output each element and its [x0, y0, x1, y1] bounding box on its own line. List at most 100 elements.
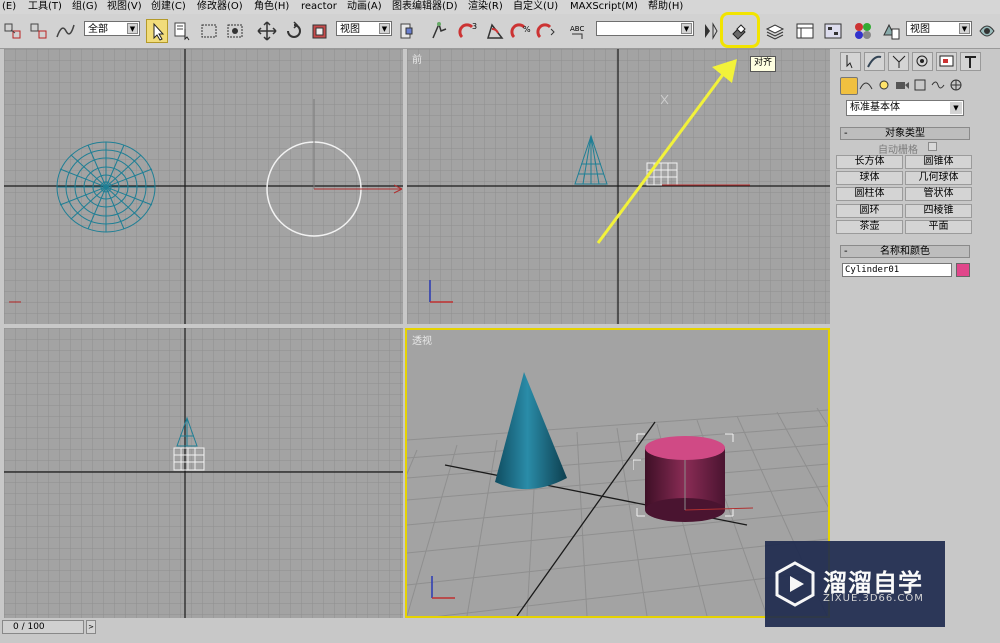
shapes-icon[interactable]: [858, 77, 874, 93]
ref-coord-select[interactable]: 视图 ▼: [336, 21, 392, 36]
next-frame-icon[interactable]: >: [86, 620, 96, 634]
scale-icon[interactable]: [309, 19, 331, 43]
modify-tab-icon[interactable]: [864, 52, 885, 71]
tube-button[interactable]: 管状体: [905, 187, 972, 201]
chevron-down-icon: ▼: [950, 102, 962, 114]
render-scene-icon[interactable]: [880, 19, 902, 43]
object-name-input[interactable]: Cylinder01: [842, 263, 952, 277]
select-by-name-icon[interactable]: [172, 19, 194, 43]
lights-icon[interactable]: [876, 77, 892, 93]
object-color-swatch[interactable]: [956, 263, 970, 277]
display-tab-icon[interactable]: [936, 52, 957, 71]
plane-button[interactable]: 平面: [905, 220, 972, 234]
utilities-tab-icon[interactable]: [960, 52, 981, 71]
watermark-logo-icon: [775, 561, 815, 607]
menu-character[interactable]: 角色(H): [254, 0, 289, 14]
unlink-icon[interactable]: [28, 19, 50, 43]
select-link-icon[interactable]: [2, 19, 24, 43]
quick-render-icon[interactable]: [976, 19, 998, 43]
menu-create[interactable]: 创建(C): [151, 0, 186, 14]
systems-icon[interactable]: [948, 77, 964, 93]
viewport-left[interactable]: [4, 328, 403, 618]
spacewarps-icon[interactable]: [930, 77, 946, 93]
schematic-view-icon[interactable]: [822, 19, 844, 43]
menu-modifiers[interactable]: 修改器(O): [197, 0, 243, 14]
name-color-rollout-header[interactable]: - 名称和颜色: [840, 245, 970, 258]
menu-help[interactable]: 帮助(H): [648, 0, 683, 14]
cylinder-button[interactable]: 圆柱体: [836, 187, 903, 201]
spinner-snap-icon[interactable]: [536, 19, 558, 43]
object-type-rollout-header[interactable]: - 对象类型: [840, 127, 970, 140]
manipulate-icon[interactable]: [428, 19, 450, 43]
align-highlight: [720, 12, 760, 48]
selection-filter-value: 全部: [88, 24, 108, 35]
ref-coord-value: 视图: [340, 24, 360, 35]
axis-gizmo-perspective: [431, 576, 455, 599]
menu-maxscript[interactable]: MAXScript(M): [570, 0, 638, 14]
mirror-icon[interactable]: [700, 19, 722, 43]
viewport-front[interactable]: 前: [407, 49, 830, 324]
category-dropdown-value: 标准基本体: [850, 102, 900, 113]
cone-perspective: [495, 372, 567, 490]
percent-snap-icon[interactable]: %: [510, 19, 532, 43]
torus-button[interactable]: 圆环: [836, 204, 903, 218]
cylinder-perspective: [633, 433, 754, 522]
viewport-top[interactable]: [4, 49, 403, 324]
svg-text:3: 3: [472, 22, 477, 31]
pointer-arrow: [596, 59, 737, 244]
cameras-icon[interactable]: [894, 77, 910, 93]
geometry-icon[interactable]: [840, 77, 858, 95]
helpers-icon[interactable]: [912, 77, 928, 93]
select-object-button[interactable]: [146, 19, 168, 43]
svg-text:%: %: [523, 25, 531, 34]
geosphere-button[interactable]: 几何球体: [905, 171, 972, 185]
autogrid-row: 自动栅格: [878, 141, 937, 156]
cone-button[interactable]: 圆锥体: [905, 155, 972, 169]
material-editor-icon[interactable]: [852, 19, 874, 43]
edit-named-selection-icon[interactable]: ABC: [568, 19, 590, 43]
bind-spacewarp-icon[interactable]: [54, 19, 76, 43]
sphere-button[interactable]: 球体: [836, 171, 903, 185]
pyramid-button[interactable]: 四棱锥: [905, 204, 972, 218]
selection-filter-select[interactable]: 全部 ▼: [84, 21, 140, 36]
teapot-button[interactable]: 茶壶: [836, 220, 903, 234]
snap-toggle-icon[interactable]: 3: [458, 19, 480, 43]
window-crossing-icon[interactable]: [224, 19, 246, 43]
create-tab-icon[interactable]: [840, 52, 861, 71]
sphere-wireframe: [56, 141, 156, 233]
pivot-center-icon[interactable]: [396, 19, 418, 43]
angle-snap-icon[interactable]: [484, 19, 506, 43]
cylinder-top-outline: [266, 99, 403, 237]
svg-text:ABC: ABC: [570, 25, 584, 33]
chevron-down-icon: ▼: [681, 23, 692, 34]
menu-edit[interactable]: (E): [2, 0, 16, 14]
move-icon[interactable]: [256, 19, 278, 43]
menu-customize[interactable]: 自定义(U): [513, 0, 558, 14]
menu-bar: (E) 工具(T) 组(G) 视图(V) 创建(C) 修改器(O) 角色(H) …: [0, 0, 1000, 14]
menu-animation[interactable]: 动画(A): [347, 0, 382, 14]
named-selection-select[interactable]: ▼: [596, 21, 694, 36]
menu-reactor[interactable]: reactor: [301, 0, 337, 14]
rect-region-icon[interactable]: [198, 19, 220, 43]
menu-tools[interactable]: 工具(T): [28, 0, 62, 14]
box-button[interactable]: 长方体: [836, 155, 903, 169]
watermark: 溜溜自学 ZIXUE.3D66.COM: [765, 541, 945, 627]
menu-rendering[interactable]: 渲染(R): [468, 0, 503, 14]
track-view-icon[interactable]: [794, 19, 816, 43]
left-view-objects: [173, 416, 205, 471]
autogrid-checkbox[interactable]: [928, 142, 937, 151]
time-slider[interactable]: 0 / 100: [2, 620, 84, 634]
render-view-select[interactable]: 视图 ▼: [906, 21, 972, 36]
name-color-title: 名称和颜色: [880, 246, 930, 257]
menu-views[interactable]: 视图(V): [107, 0, 142, 14]
menu-group[interactable]: 组(G): [72, 0, 98, 14]
watermark-subtitle: ZIXUE.3D66.COM: [823, 593, 924, 604]
motion-tab-icon[interactable]: [912, 52, 933, 71]
menu-graph-editors[interactable]: 图表编辑器(D): [392, 0, 458, 14]
category-dropdown[interactable]: 标准基本体 ▼: [846, 100, 964, 116]
rotate-icon[interactable]: [283, 19, 305, 43]
chevron-down-icon: ▼: [379, 23, 390, 34]
hierarchy-tab-icon[interactable]: [888, 52, 909, 71]
layer-manager-icon[interactable]: [764, 19, 786, 43]
object-type-title: 对象类型: [885, 128, 925, 139]
